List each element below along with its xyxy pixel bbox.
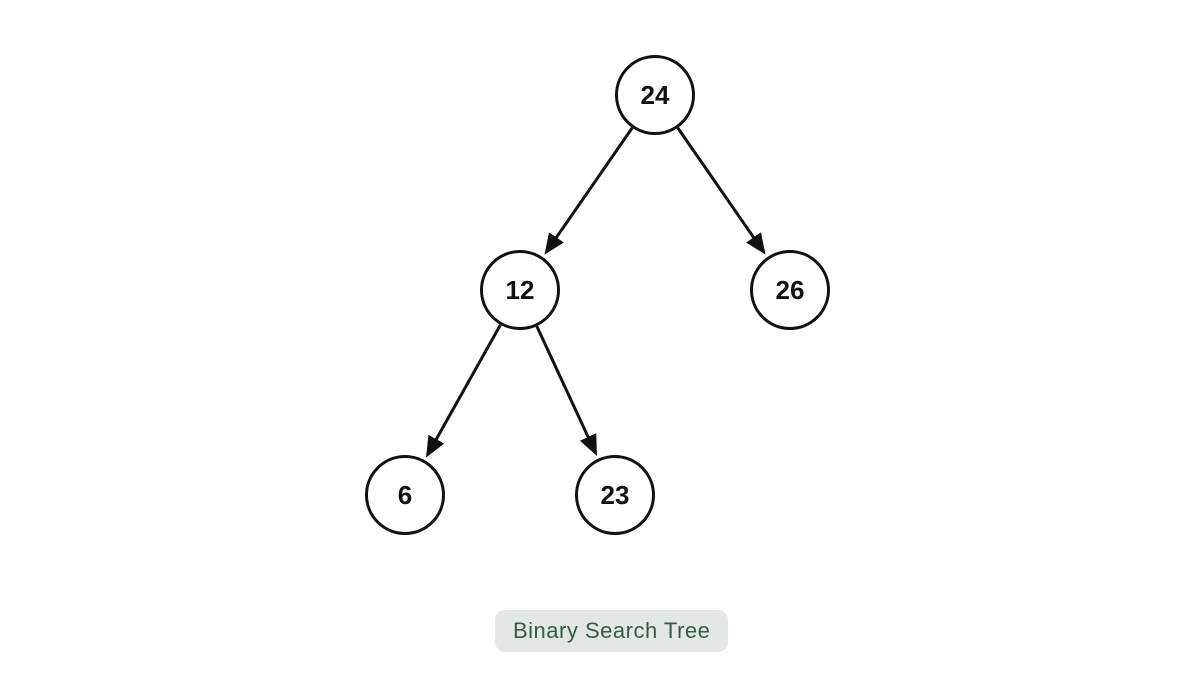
node-value: 12	[506, 275, 535, 306]
caption-text: Binary Search Tree	[513, 618, 710, 643]
node-value: 23	[601, 480, 630, 511]
diagram-caption: Binary Search Tree	[495, 610, 728, 652]
tree-node-right: 26	[750, 250, 830, 330]
diagram-canvas: 24 12 26 6 23 Binary Search Tree	[0, 0, 1200, 700]
edge-root-to-left	[546, 128, 632, 252]
tree-node-left: 12	[480, 250, 560, 330]
edge-root-to-right	[678, 128, 764, 252]
edge-left-to-left_right	[537, 326, 596, 453]
node-value: 24	[641, 80, 670, 111]
node-value: 6	[398, 480, 412, 511]
tree-node-root: 24	[615, 55, 695, 135]
tree-node-left-right: 23	[575, 455, 655, 535]
node-value: 26	[776, 275, 805, 306]
tree-node-left-left: 6	[365, 455, 445, 535]
edges-layer	[0, 0, 1200, 700]
edge-left-to-left_left	[428, 325, 501, 455]
